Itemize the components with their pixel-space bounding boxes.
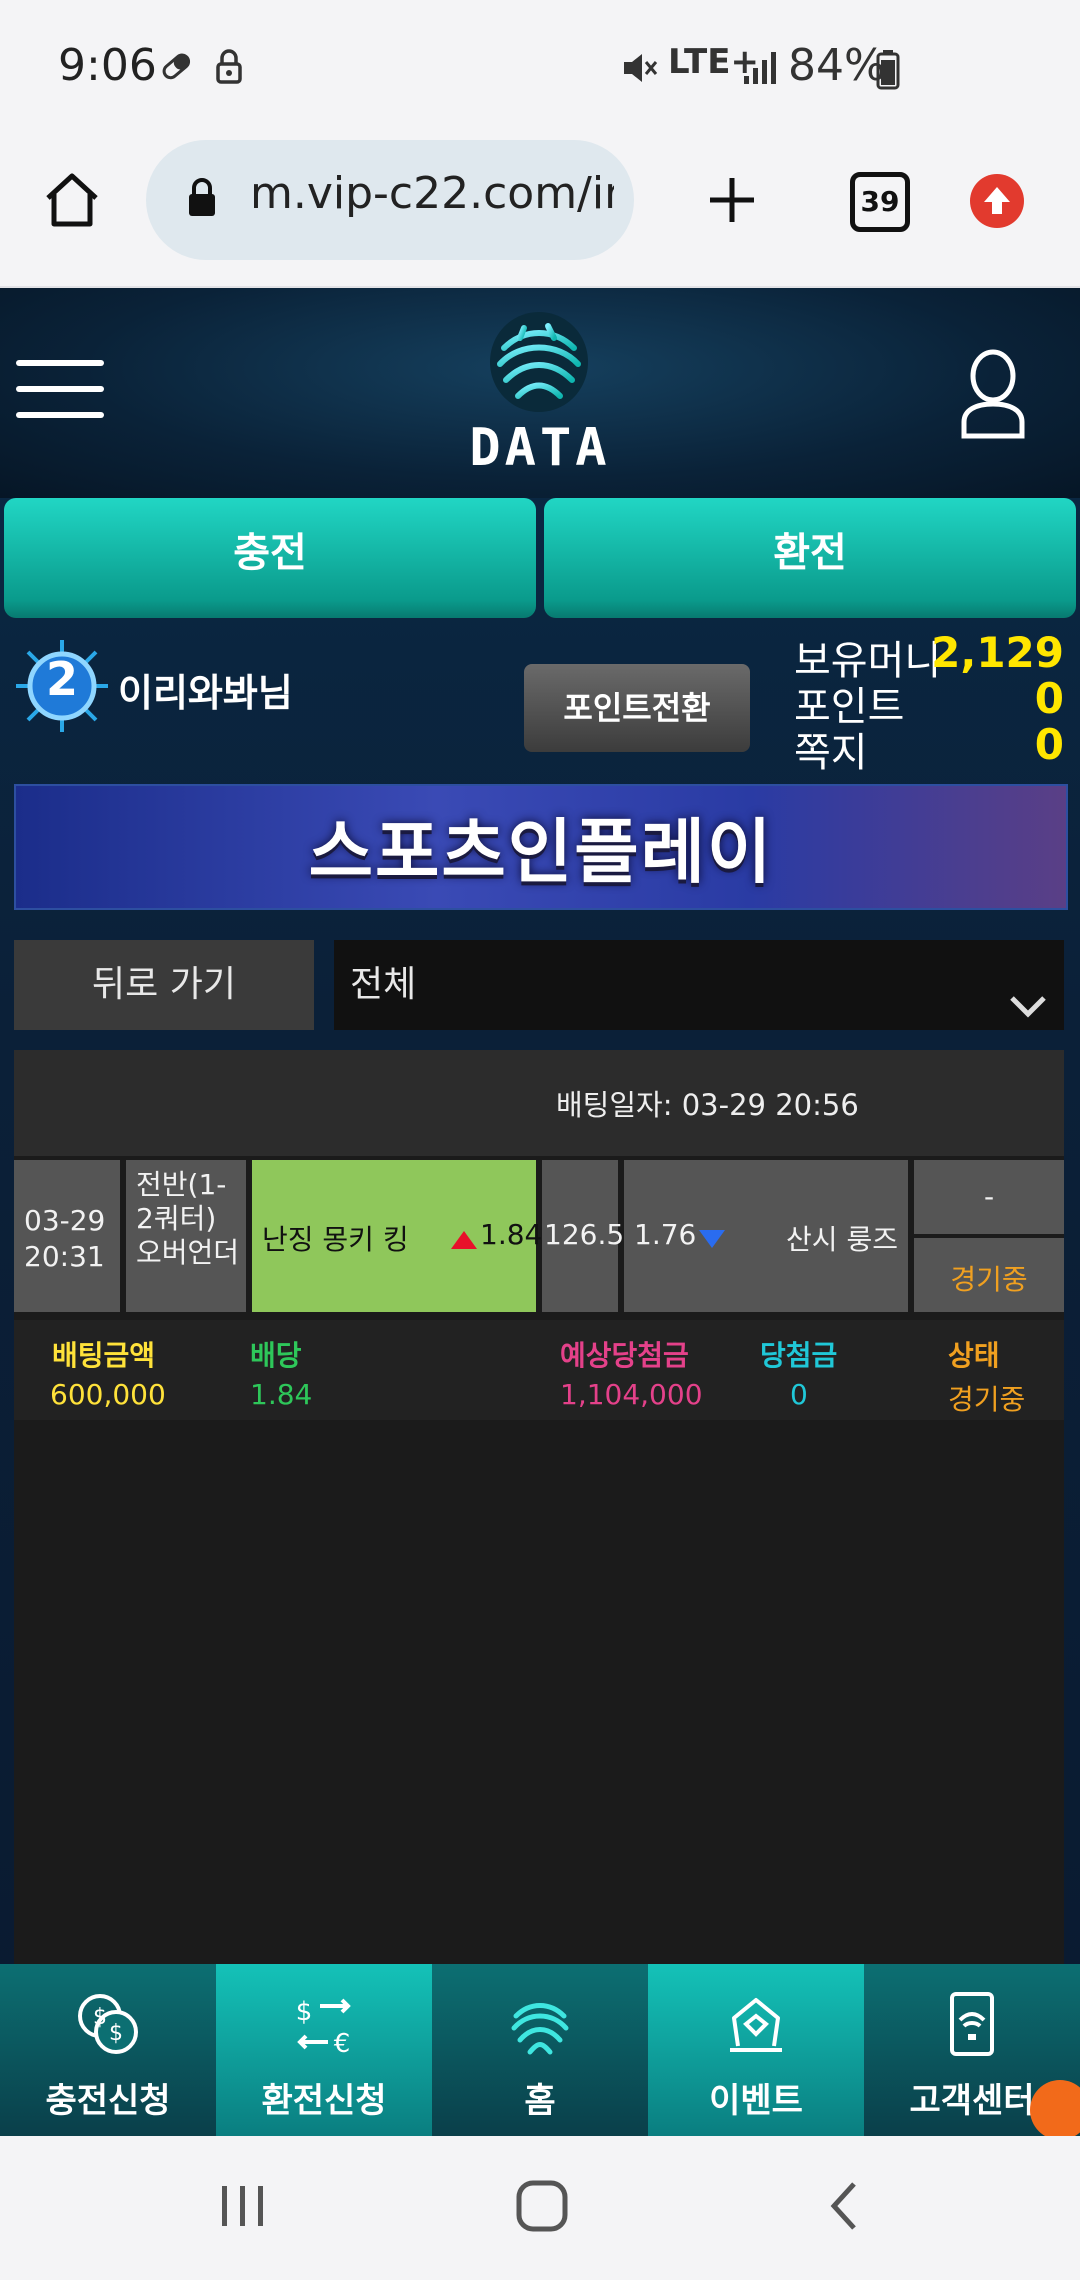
- market-cell: 전반(1-2쿼터) 오버언더: [126, 1160, 246, 1312]
- data-logo-icon[interactable]: [484, 308, 594, 418]
- summary-bet-amount-header: 배팅금액: [52, 1339, 156, 1372]
- game-date: 03-29: [24, 1204, 106, 1237]
- bet-panel-header: 배팅일자: 03-29 20:56: [14, 1050, 1064, 1156]
- chevron-down-icon: [1008, 968, 1048, 1018]
- balance-value: 2,129: [931, 628, 1064, 677]
- secure-lock-icon: [186, 176, 218, 218]
- line-cell: 126.5: [542, 1160, 624, 1312]
- point-value: 0: [1034, 674, 1064, 723]
- banner-title: 스포츠인플레이: [308, 811, 774, 893]
- nav-home-label: 홈: [524, 2081, 556, 2121]
- gift-icon: [722, 1990, 790, 2058]
- summary-status-header: 상태: [948, 1339, 1000, 1372]
- phone-support-icon: [938, 1990, 1006, 2058]
- result-value: -: [983, 1180, 995, 1213]
- exchange-button[interactable]: 환전: [544, 498, 1076, 618]
- new-tab-icon[interactable]: [704, 172, 760, 228]
- bet-history-panel: 배팅일자: 03-29 20:56 03-29 20:31 전반(1-2쿼터) …: [14, 1050, 1064, 2050]
- tab-switcher-button[interactable]: 39: [850, 172, 910, 232]
- nav-home[interactable]: 홈: [432, 1964, 648, 2136]
- svg-text:$: $: [93, 2005, 107, 2030]
- away-odds: 1.76: [634, 1218, 697, 1251]
- site-page: DATA 충전 환전 2 이리와봐님 포인트전환 보유머니 2,129 포인트 …: [0, 288, 1080, 2136]
- result-cell: -: [914, 1160, 1064, 1234]
- site-bottom-nav: $ $ 충전신청 $ € 환전신청 홈 이벤트 고객센터: [0, 1964, 1080, 2140]
- handicap-line: 126.5: [544, 1218, 625, 1251]
- site-logo-text[interactable]: DATA: [440, 418, 640, 478]
- url-text[interactable]: m.vip-c22.com/ir: [250, 168, 614, 219]
- user-info-bar: 2 이리와봐님 포인트전환 보유머니 2,129 포인트 0 쪽지 0: [0, 628, 1080, 778]
- status-bar: 9:06 LTE+ 84%: [0, 0, 1080, 140]
- update-icon[interactable]: [970, 174, 1024, 228]
- svg-text:$: $: [296, 1997, 313, 2027]
- filter-select[interactable]: 전체: [334, 940, 1064, 1030]
- user-level: 2: [45, 652, 78, 706]
- message-value: 0: [1034, 720, 1064, 769]
- market-name: 전반(1-2쿼터) 오버언더: [136, 1168, 240, 1269]
- home-icon[interactable]: [42, 170, 102, 230]
- back-icon[interactable]: [824, 2180, 864, 2232]
- lock-status-icon: [214, 46, 244, 86]
- summary-bet-amount: 600,000: [50, 1378, 166, 1411]
- svg-text:€: €: [334, 2029, 351, 2058]
- status-cell: 경기중: [914, 1238, 1064, 1312]
- nav-event-label: 이벤트: [709, 2081, 803, 2121]
- filter-select-value: 전체: [350, 964, 417, 1005]
- nav-exchange-request-label: 환전신청: [261, 2081, 387, 2121]
- summary-odds: 1.84: [250, 1378, 313, 1411]
- game-time: 20:31: [24, 1240, 105, 1273]
- summary-status: 경기중: [948, 1383, 1026, 1416]
- message-label: 쪽지: [794, 730, 868, 776]
- bet-status: 경기중: [950, 1263, 1028, 1296]
- battery-percent: 84%: [788, 40, 886, 91]
- currency-exchange-icon: $ €: [290, 1990, 358, 2059]
- android-navigation-bar: [0, 2136, 1080, 2280]
- nav-charge-request[interactable]: $ $ 충전신청: [0, 1964, 216, 2136]
- user-name: 이리와봐님: [118, 671, 293, 715]
- home-selection-cell[interactable]: 난징 몽키 킹 1.84: [252, 1160, 542, 1312]
- back-button[interactable]: 뒤로 가기: [14, 940, 314, 1030]
- summary-odds-header: 배당: [250, 1339, 302, 1372]
- away-team: 산시 룽즈: [786, 1223, 898, 1256]
- nav-charge-request-label: 충전신청: [45, 2081, 171, 2121]
- summary-expected-win-header: 예상당첨금: [560, 1339, 689, 1372]
- hamburger-menu-icon[interactable]: [16, 358, 104, 420]
- nav-exchange-request[interactable]: $ € 환전신청: [216, 1964, 432, 2136]
- home-team: 난징 몽키 킹: [262, 1223, 409, 1256]
- battery-icon: [876, 50, 900, 90]
- status-time: 9:06: [58, 40, 157, 91]
- svg-text:$: $: [109, 2021, 123, 2046]
- browser-toolbar: m.vip-c22.com/ir 39: [0, 140, 1080, 288]
- odds-down-icon: [698, 1224, 726, 1248]
- section-banner: 스포츠인플레이: [14, 784, 1068, 910]
- home-button-icon[interactable]: [514, 2178, 570, 2234]
- summary-expected-win: 1,104,000: [560, 1378, 703, 1411]
- home-logo-icon: [506, 1990, 574, 2058]
- bet-summary: 배팅금액 배당 예상당첨금 당첨금 상태 600,000 1.84 1,104,…: [14, 1320, 1064, 1420]
- coins-icon: $ $: [74, 1990, 142, 2058]
- summary-win-header: 당첨금: [760, 1339, 838, 1372]
- pill-icon: [158, 48, 194, 84]
- bet-row: 03-29 20:31 전반(1-2쿼터) 오버언더 난징 몽키 킹 1.84 …: [14, 1156, 1064, 1316]
- point-convert-button[interactable]: 포인트전환: [524, 664, 750, 752]
- charge-button[interactable]: 충전: [4, 498, 536, 618]
- summary-win: 0: [790, 1378, 808, 1411]
- nav-event[interactable]: 이벤트: [648, 1964, 864, 2136]
- odds-up-icon: [450, 1224, 478, 1249]
- away-selection-cell[interactable]: 1.76 산시 룽즈: [624, 1160, 908, 1312]
- recent-apps-icon[interactable]: [216, 2180, 268, 2232]
- user-account-icon[interactable]: [958, 348, 1028, 440]
- mute-icon: [620, 48, 660, 88]
- bet-date: 배팅일자: 03-29 20:56: [556, 1088, 859, 1122]
- game-datetime-cell: 03-29 20:31: [14, 1160, 120, 1312]
- home-odds: 1.84: [480, 1218, 543, 1251]
- signal-icon: [742, 48, 782, 86]
